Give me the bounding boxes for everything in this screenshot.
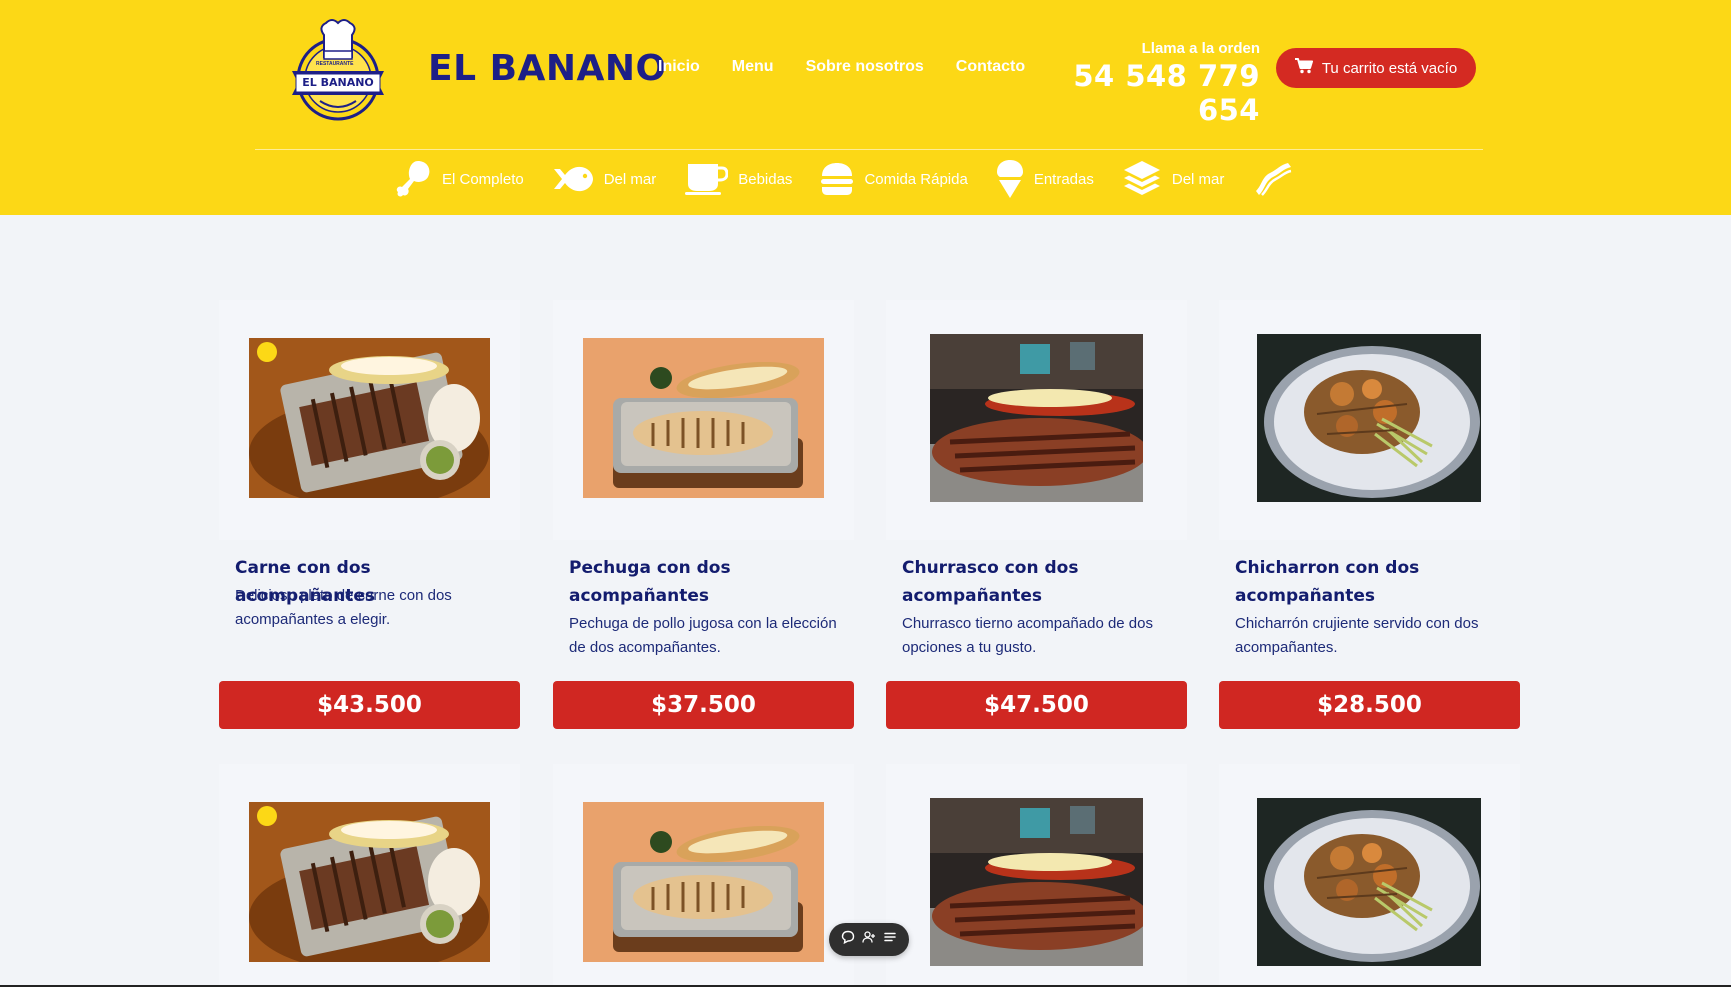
category-label: Del mar — [1171, 170, 1225, 188]
product-image[interactable] — [1257, 798, 1481, 966]
drumstick-icon — [396, 159, 432, 199]
product-image[interactable] — [249, 338, 490, 498]
category-label: Entradas — [1033, 170, 1094, 188]
nav-link-inicio[interactable]: Inicio — [658, 58, 700, 76]
category-bebidas[interactable]: Bebidas — [684, 162, 792, 196]
product-description: Delicioso plato de carne con dos acompañ… — [235, 587, 452, 628]
product-image[interactable] — [930, 798, 1143, 966]
product-price-button[interactable]: $47.500 — [886, 681, 1187, 729]
nav-link-contacto[interactable]: Contacto — [956, 58, 1025, 76]
ice-cream-icon — [996, 159, 1024, 199]
cart-button[interactable]: Tu carrito está vacío — [1276, 48, 1476, 88]
category-del-mar[interactable]: Del mar — [552, 164, 657, 194]
menu-list-icon[interactable] — [883, 930, 897, 949]
bacon-icon — [1252, 161, 1292, 197]
burger-icon — [820, 162, 854, 196]
call-to-order: Llama a la orden 54 548 779 654 — [1034, 40, 1260, 127]
restaurant-logo[interactable]: RESTAURANTE EL BANANO — [288, 17, 388, 121]
mug-icon — [684, 162, 729, 196]
product-image[interactable] — [583, 802, 824, 962]
cart-icon — [1294, 58, 1313, 78]
category-bar: El Completo Del mar Bebidas Comida Rápid… — [396, 158, 1330, 200]
product-price-button[interactable]: $28.500 — [1219, 681, 1520, 729]
product-image[interactable] — [1257, 334, 1481, 502]
product-image[interactable] — [249, 802, 490, 962]
product-description: Pechuga de pollo jugosa con la elección … — [569, 615, 837, 656]
add-user-icon[interactable] — [862, 930, 876, 949]
header-divider — [255, 149, 1483, 150]
category-bacon[interactable] — [1252, 161, 1302, 197]
category-label: Del mar — [603, 170, 657, 188]
category-label: Bebidas — [738, 170, 793, 188]
product-image[interactable] — [930, 334, 1143, 502]
fish-icon — [552, 164, 594, 194]
site-header: RESTAURANTE EL BANANO EL BANANO Inicio M… — [0, 0, 1731, 215]
logo-top-text: RESTAURANTE — [316, 61, 354, 67]
layers-icon — [1122, 159, 1162, 199]
category-del-mar-2[interactable]: Del mar — [1122, 159, 1225, 199]
main-nav: Inicio Menu Sobre nosotros Contacto — [658, 58, 1025, 76]
nav-link-menu[interactable]: Menu — [732, 58, 774, 76]
product-title[interactable]: Pechuga con dos acompañantes — [569, 554, 839, 610]
floating-toolbar — [829, 923, 909, 956]
category-label: El Completo — [442, 170, 524, 188]
product-title[interactable]: Chicharron con dos acompañantes — [1235, 554, 1505, 610]
phone-number[interactable]: 54 548 779 654 — [1034, 59, 1260, 127]
brand-name[interactable]: EL BANANO — [428, 48, 667, 89]
product-description: Churrasco tierno acompañado de dos opcio… — [902, 615, 1153, 656]
product-title[interactable]: Churrasco con dos acompañantes — [902, 554, 1172, 610]
cart-label: Tu carrito está vacío — [1321, 59, 1458, 77]
nav-link-sobre-nosotros[interactable]: Sobre nosotros — [806, 58, 924, 76]
logo-text: EL BANANO — [302, 76, 374, 89]
call-label: Llama a la orden — [1141, 40, 1260, 57]
product-description: Chicharrón crujiente servido con dos aco… — [1235, 615, 1479, 656]
category-el-completo[interactable]: El Completo — [396, 159, 524, 199]
category-label: Comida Rápida — [864, 170, 968, 188]
category-comida-rapida[interactable]: Comida Rápida — [820, 162, 968, 196]
product-price-button[interactable]: $37.500 — [553, 681, 854, 729]
chat-icon[interactable] — [841, 930, 855, 949]
product-image[interactable] — [583, 338, 824, 498]
product-price-button[interactable]: $43.500 — [219, 681, 520, 729]
category-entradas[interactable]: Entradas — [996, 159, 1094, 199]
